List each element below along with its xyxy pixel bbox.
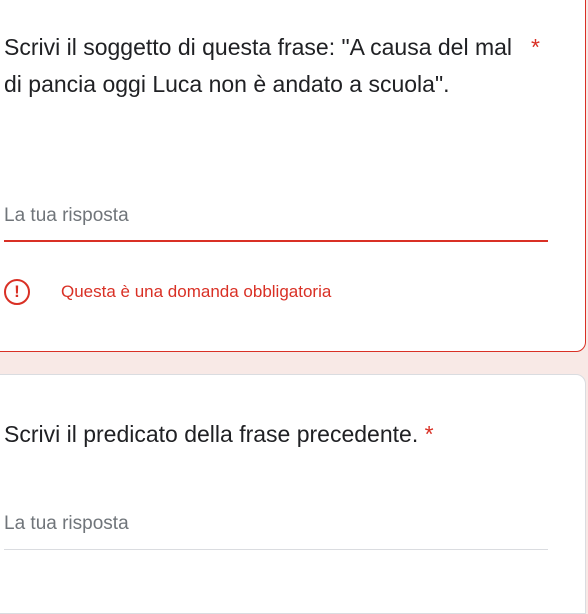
required-asterisk-1: * bbox=[531, 34, 540, 60]
question-title-2: Scrivi il predicato della frase preceden… bbox=[4, 416, 564, 453]
question-title-1: Scrivi il soggetto di questa frase: "A c… bbox=[4, 34, 513, 97]
error-message: Questa è una domanda obbligatoria bbox=[61, 282, 332, 301]
answer-input-1[interactable]: La tua risposta bbox=[4, 204, 548, 242]
answer-input-2[interactable]: La tua risposta bbox=[4, 512, 548, 550]
required-asterisk-2: * bbox=[424, 421, 434, 447]
error-message-row: ! Questa è una domanda obbligatoria bbox=[4, 277, 331, 307]
question-title-2-text: Scrivi il predicato della frase preceden… bbox=[4, 421, 419, 447]
question-card-2 bbox=[0, 374, 586, 614]
error-icon: ! bbox=[4, 279, 30, 305]
